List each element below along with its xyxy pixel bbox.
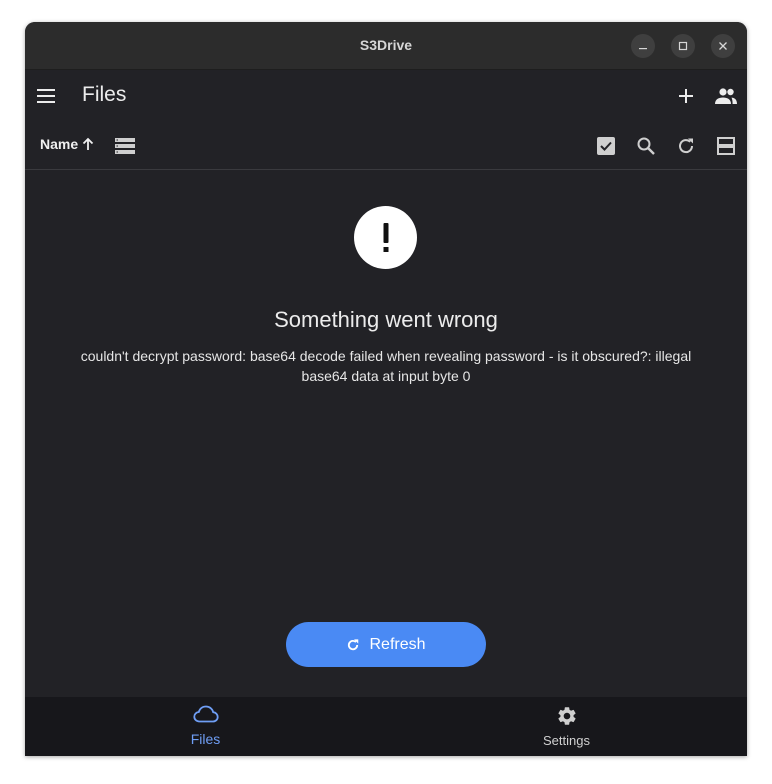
refresh-button[interactable]: Refresh (286, 622, 486, 667)
refresh-icon (679, 138, 694, 154)
gear-icon (557, 707, 576, 725)
select-checkbox-icon (597, 137, 615, 155)
arrow-up-icon (83, 137, 94, 150)
menu-button[interactable] (26, 76, 66, 116)
hamburger-menu-icon (37, 89, 55, 103)
people-icon (715, 88, 737, 104)
add-icon (679, 89, 693, 103)
bottom-navigation: Files Settings (25, 697, 747, 756)
error-title: Something went wrong (274, 307, 498, 332)
nav-label-files: Files (190, 731, 221, 747)
layout-toggle-button[interactable] (706, 126, 746, 166)
error-panel: Something went wrong couldn't decrypt pa… (25, 170, 747, 697)
minimize-button[interactable] (631, 34, 655, 58)
add-button[interactable] (666, 76, 706, 116)
sort-button[interactable]: Name (40, 136, 94, 152)
search-icon (637, 137, 655, 155)
view-mode-button[interactable] (105, 126, 145, 166)
error-message: couldn't decrypt password: base64 decode… (80, 348, 692, 384)
list-view-icon (115, 138, 135, 154)
layout-toggle-icon (717, 137, 735, 155)
maximize-icon (678, 41, 688, 51)
cloud-icon (192, 705, 219, 723)
close-icon (719, 42, 727, 50)
sort-label: Name (40, 136, 79, 152)
exclamation-icon (383, 222, 388, 252)
select-button[interactable] (586, 126, 626, 166)
share-people-button[interactable] (706, 76, 746, 116)
refresh-button-toolbar[interactable] (666, 126, 706, 166)
page-title: Files (82, 83, 127, 106)
nav-item-files[interactable]: Files (25, 697, 386, 756)
error-badge (354, 206, 417, 269)
close-button[interactable] (711, 34, 735, 58)
app-window: S3Drive Files Name Something went wrong … (25, 22, 747, 756)
nav-item-settings[interactable]: Settings (386, 697, 747, 756)
maximize-button[interactable] (671, 34, 695, 58)
minimize-icon (639, 48, 647, 50)
file-toolbar: Name (25, 122, 747, 170)
window-titlebar[interactable]: S3Drive (25, 22, 747, 70)
search-button[interactable] (626, 126, 666, 166)
refresh-button-label: Refresh (369, 635, 426, 653)
nav-label-settings: Settings (543, 733, 590, 748)
refresh-icon (348, 638, 359, 650)
app-bar: Files (25, 70, 747, 122)
